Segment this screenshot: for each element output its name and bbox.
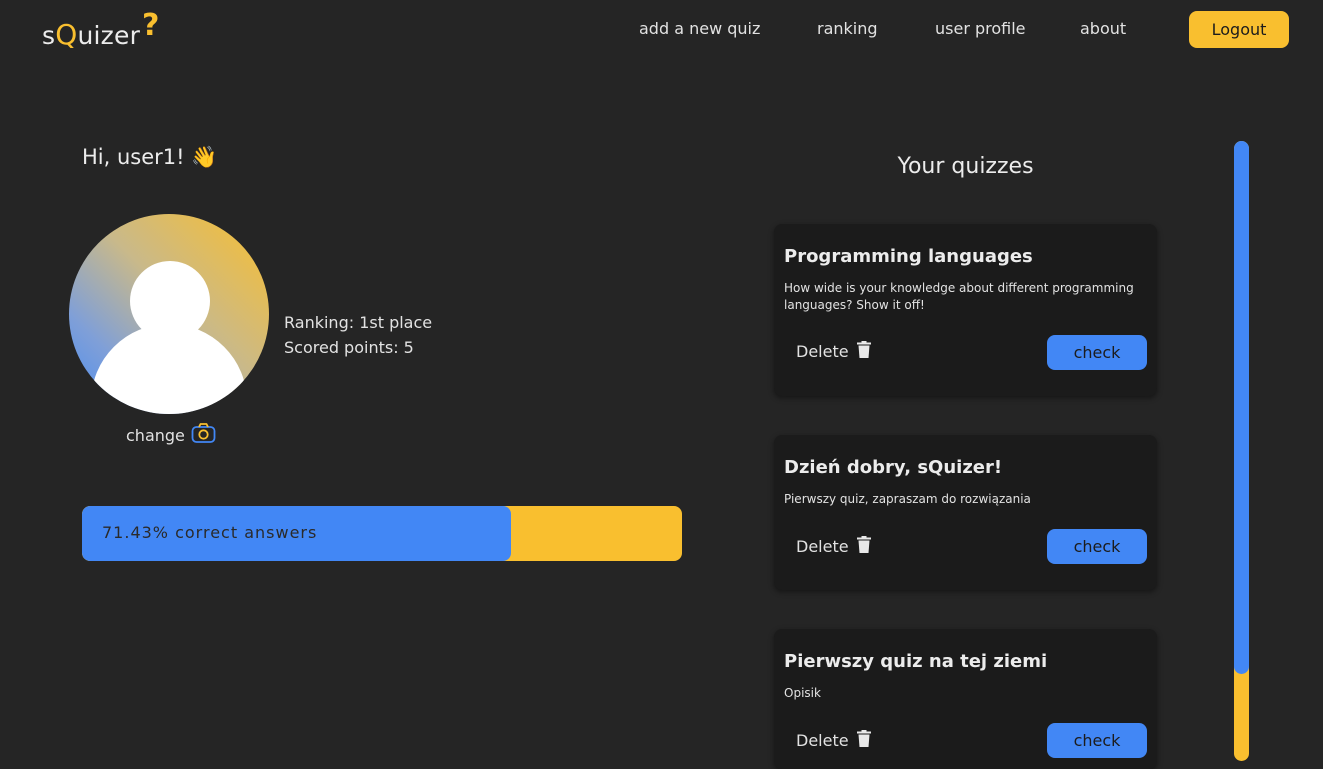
scored-points-text: Scored points: 5: [284, 338, 414, 357]
delete-label: Delete: [796, 342, 849, 361]
delete-quiz-button[interactable]: Delete: [796, 536, 871, 557]
logo-question-mark: ?: [142, 8, 160, 43]
delete-quiz-button[interactable]: Delete: [796, 341, 871, 362]
logo-text-prefix: s: [42, 21, 56, 50]
progress-label: 71.43% correct answers: [102, 523, 318, 542]
quiz-title: Pierwszy quiz na tej ziemi: [784, 651, 1048, 672]
top-navbar: sQuizer? add a new quiz ranking user pro…: [0, 0, 1323, 64]
trash-icon: [856, 536, 871, 557]
check-quiz-button[interactable]: check: [1047, 335, 1147, 370]
ranking-text: Ranking: 1st place: [284, 313, 433, 332]
nav-link-about[interactable]: about: [1080, 19, 1126, 38]
check-quiz-button[interactable]: check: [1047, 529, 1147, 564]
trash-icon: [856, 730, 871, 751]
quiz-description: How wide is your knowledge about differe…: [784, 281, 1134, 312]
nav-link-user-profile[interactable]: user profile: [935, 19, 1026, 38]
delete-label: Delete: [796, 731, 849, 750]
app-logo[interactable]: sQuizer?: [42, 8, 159, 51]
quizzes-scrollbar-thumb[interactable]: [1234, 141, 1249, 674]
logo-text-suffix: uizer: [77, 21, 141, 50]
quiz-description: Pierwszy quiz, zapraszam do rozwiązania: [784, 492, 1031, 506]
greeting-heading: Hi, user1! 👋: [82, 145, 218, 169]
check-quiz-button[interactable]: check: [1047, 723, 1147, 758]
quiz-title: Dzień dobry, sQuizer!: [784, 457, 1003, 478]
correct-answers-progress: 71.43% correct answers: [82, 506, 682, 561]
camera-icon: [191, 422, 216, 448]
avatar: [69, 214, 269, 414]
quiz-card: Programming languages How wide is your k…: [774, 224, 1157, 396]
avatar-body-shape: [91, 324, 247, 414]
nav-link-ranking[interactable]: ranking: [817, 19, 878, 38]
trash-icon: [856, 341, 871, 362]
user-stats: Ranking: 1st place Scored points: 5: [284, 310, 432, 360]
nav-link-add-quiz[interactable]: add a new quiz: [639, 19, 760, 38]
your-quizzes-heading: Your quizzes: [897, 154, 1034, 179]
quiz-description: Opisik: [784, 686, 821, 700]
delete-quiz-button[interactable]: Delete: [796, 730, 871, 751]
logout-button[interactable]: Logout: [1189, 11, 1289, 48]
logo-text-q: Q: [55, 18, 78, 51]
quiz-card: Dzień dobry, sQuizer! Pierwszy quiz, zap…: [774, 435, 1157, 590]
quizzes-scrollbar-track[interactable]: [1234, 141, 1249, 761]
quiz-card: Pierwszy quiz na tej ziemi Opisik Delete…: [774, 629, 1157, 769]
delete-label: Delete: [796, 537, 849, 556]
change-avatar-label: change: [126, 425, 185, 445]
change-avatar-button[interactable]: change: [126, 422, 216, 448]
quiz-title: Programming languages: [784, 246, 1033, 267]
